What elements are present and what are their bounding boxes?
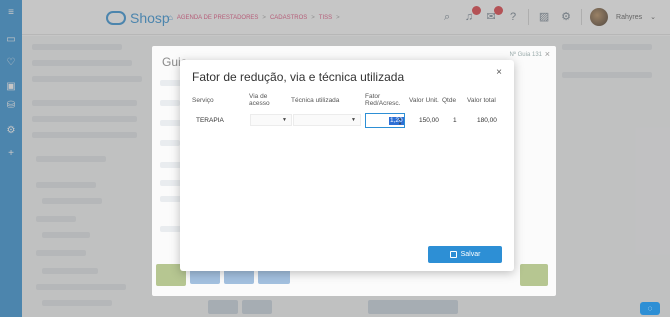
reduction-factor-dialog: Fator de redução, via e técnica utilizad… [180, 60, 514, 271]
save-button-label: Salvar [460, 251, 481, 258]
stepper-icon[interactable]: ▲ ▼ [398, 116, 402, 126]
column-header-fator: Fator Red/Acresc. [365, 93, 401, 107]
column-header-via-de-acesso: Via de acesso [249, 93, 270, 107]
tecnica-utilizada-select[interactable]: ▼ [293, 114, 361, 126]
guia-number: Nº Guia 131 [509, 52, 542, 58]
close-icon[interactable]: × [496, 67, 502, 78]
caret-down-icon: ▼ [282, 117, 287, 123]
caret-down-icon: ▼ [351, 117, 356, 123]
guia-action-button[interactable] [520, 264, 548, 286]
column-header-servico: Serviço [192, 97, 214, 104]
cell-valor-total: 180,00 [477, 117, 497, 124]
cell-servico: TERAPIA [196, 117, 224, 124]
fator-input[interactable]: 1,20 ▲ ▼ [365, 113, 405, 128]
close-icon[interactable]: × [545, 49, 550, 59]
cell-valor-unit: 150,00 [419, 117, 439, 124]
column-header-valor-total: Valor total [467, 97, 496, 104]
save-icon [449, 251, 457, 258]
chat-widget-icon[interactable]: ◌ [640, 302, 660, 315]
dialog-title: Fator de redução, via e técnica utilizad… [192, 70, 405, 84]
cell-qtde: 1 [453, 117, 457, 124]
via-de-acesso-select[interactable]: ▼ [250, 114, 292, 126]
column-header-valor-unit: Valor Unit. [409, 97, 439, 104]
column-header-tecnica-utilizada: Técnica utilizada [291, 97, 340, 104]
save-button[interactable]: Salvar [428, 246, 502, 263]
column-header-qtde: Qtde [442, 97, 457, 104]
